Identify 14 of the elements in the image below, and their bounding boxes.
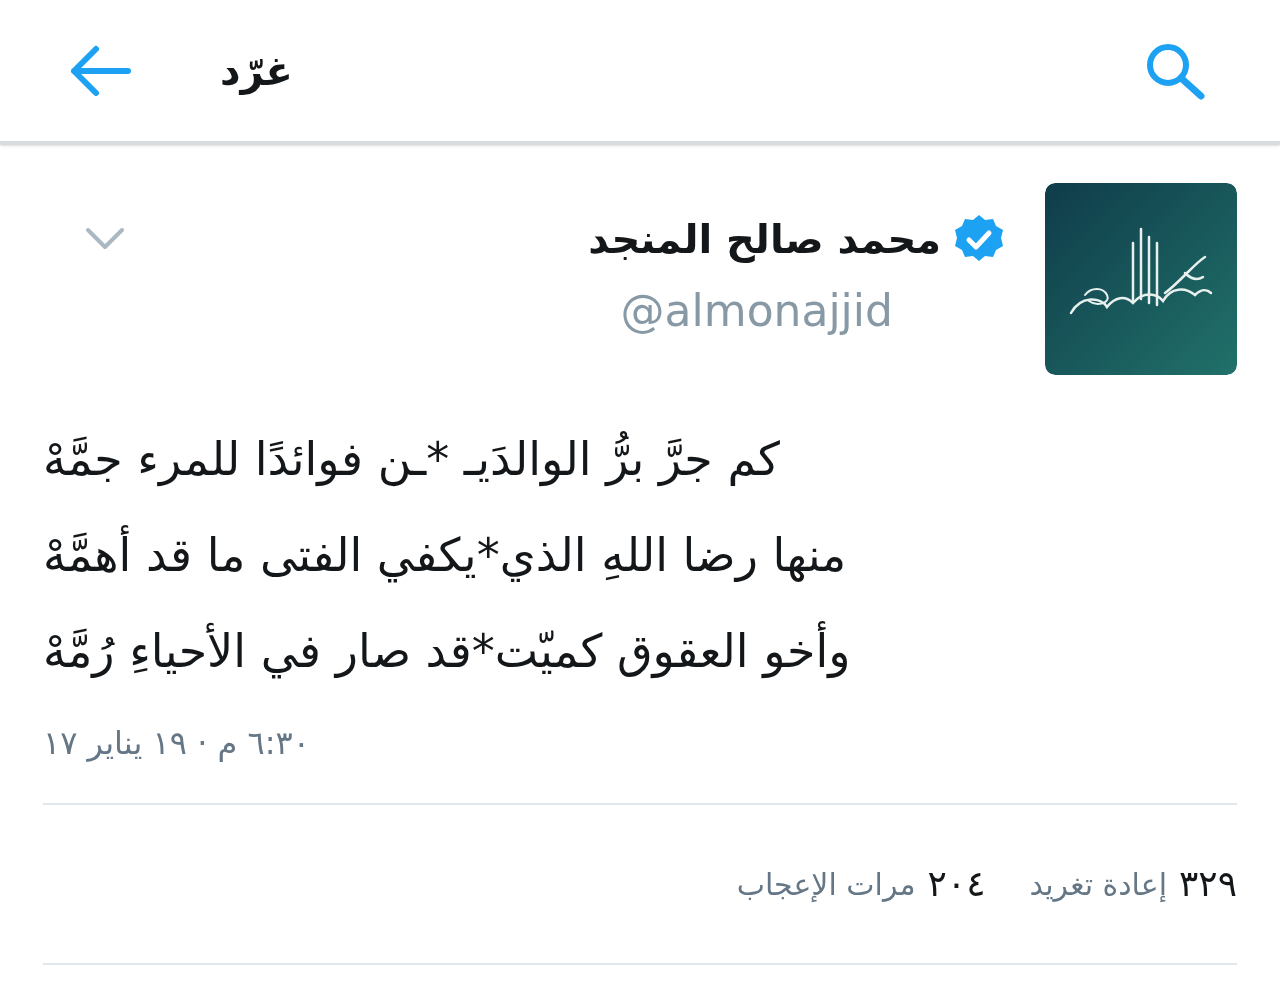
calligraphy-logo[interactable] [1045,183,1237,375]
stat-count: ٢٠٤ [927,862,986,906]
header-title: غرّد [220,46,293,97]
stat-label[interactable]: إعادة تغريد [1029,861,1167,907]
stat-count: ٣٢٩ [1179,862,1237,906]
tweet-timestamp: ٦:٣٠ م · ١٩ يناير ١٧ [43,724,310,762]
tweet-text-line: كم جرَّ برُّ الوالدَيـ *ـن فوائدًا للمرء جمَّهْ [43,430,780,489]
tweet-text-line: منها رضا اللهِ الذي*يكفي الفتى ما قد أهمَّهْ [43,507,847,603]
tweet-text-line: وأخو العقوق كميّت*قد صار في الأحياءِ رُمَّهْ [43,603,851,699]
author-handle[interactable]: @almonajjid [620,283,893,339]
stat-label[interactable]: مرات الإعجاب [736,861,916,907]
author-name[interactable]: محمد صالح المنجد [588,211,941,267]
chevron-down-icon[interactable] [85,227,125,251]
back-arrow-icon[interactable] [68,44,132,97]
